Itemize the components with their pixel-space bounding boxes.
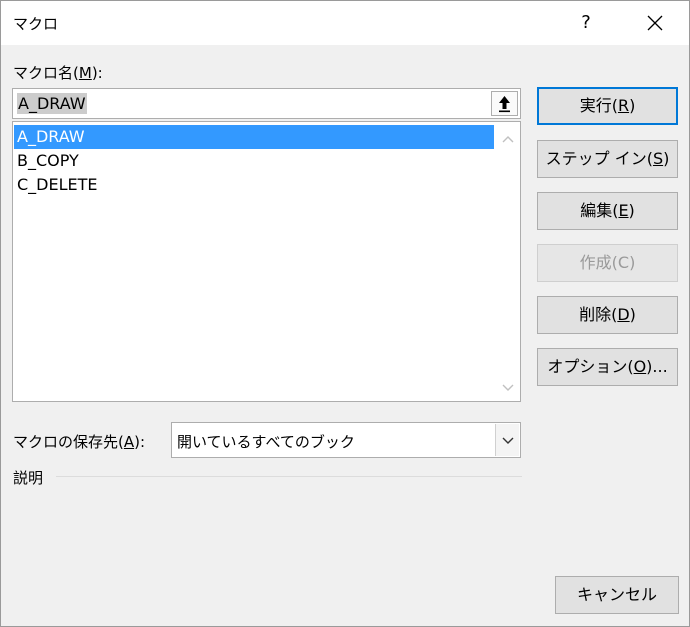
upload-button[interactable] [491, 91, 518, 116]
delete-button[interactable]: 削除(D) [537, 296, 678, 334]
chevron-down-icon [502, 384, 514, 391]
description-label: 説明 [13, 469, 44, 487]
macros-in-value: 開いているすべてのブック [177, 433, 355, 451]
dropdown-button[interactable] [495, 424, 519, 456]
scroll-up-button[interactable] [496, 129, 520, 149]
macro-name-field[interactable]: A_DRAW [12, 88, 521, 119]
options-button[interactable]: オプション(O)... [537, 348, 678, 386]
macro-dialog: マクロ ? マクロ名(M): A_DRAW A_DRAW B_COPY C_DE… [0, 0, 690, 627]
list-item-c-delete[interactable]: C_DELETE [14, 173, 494, 197]
create-button[interactable]: 作成(C) [537, 244, 678, 282]
scroll-down-button[interactable] [496, 377, 520, 397]
macros-in-label: マクロの保存先(A): [13, 433, 146, 451]
step-in-button[interactable]: ステップ イン(S) [537, 140, 678, 178]
list-item-b-copy[interactable]: B_COPY [14, 149, 494, 173]
edit-button[interactable]: 編集(E) [537, 192, 678, 230]
arrow-up-icon [499, 96, 510, 113]
macro-list[interactable]: A_DRAW B_COPY C_DELETE [12, 121, 521, 402]
chevron-up-icon [502, 136, 514, 143]
macro-name-value: A_DRAW [17, 93, 87, 114]
window-title: マクロ [13, 15, 59, 33]
list-item-a-draw[interactable]: A_DRAW [14, 125, 494, 149]
vertical-scrollbar[interactable] [496, 122, 520, 401]
close-icon [647, 15, 663, 31]
macros-in-select[interactable]: 開いているすべてのブック [171, 422, 521, 458]
help-button[interactable]: ? [575, 9, 597, 37]
macro-name-label: マクロ名(M): [13, 64, 103, 82]
description-divider [56, 476, 522, 477]
cancel-button[interactable]: キャンセル [555, 576, 679, 614]
close-button[interactable] [641, 9, 669, 37]
title-bar: マクロ ? [1, 1, 689, 45]
chevron-down-icon [502, 437, 514, 444]
run-button[interactable]: 実行(R) [537, 87, 678, 125]
